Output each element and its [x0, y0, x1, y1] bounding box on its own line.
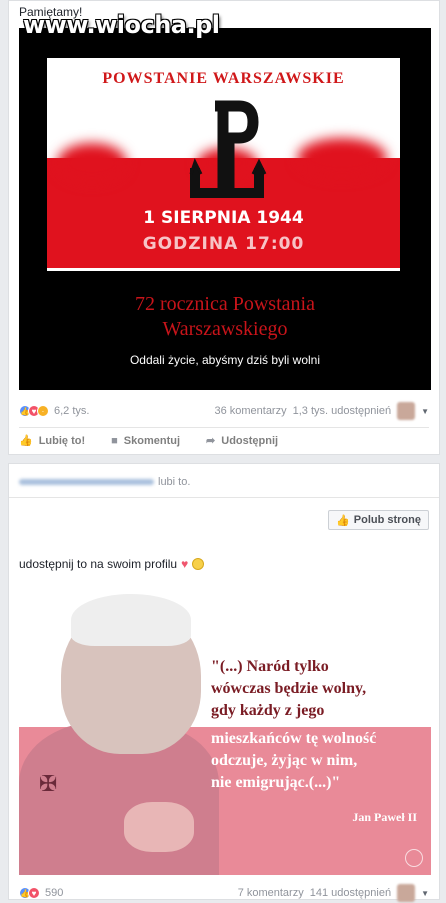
- share-button[interactable]: ➦ Udostępnij: [206, 434, 279, 448]
- love-icon: ♥: [28, 887, 40, 899]
- reactions-count: 6,2 tys.: [54, 405, 90, 417]
- shares-count[interactable]: 1,3 tys. udostępnień: [293, 405, 391, 417]
- post-actions: 👍 Lubię to! ■ Skomentuj ➦ Udostępnij: [19, 427, 429, 453]
- thumb-icon: 👍: [336, 514, 350, 527]
- quote-line: nie emigrując.(...)": [211, 774, 341, 791]
- memorial-subtitle: Oddali życie, abyśmy dziś byli wolni: [129, 353, 321, 367]
- poster: POWSTANIE WARSZAWSKIE 1 SIERPNIA 1944 GO…: [47, 58, 400, 271]
- quote-line: wówczas będzie wolny,: [211, 680, 367, 697]
- chevron-down-icon[interactable]: ▼: [421, 889, 429, 898]
- quote-author: Jan Paweł II: [352, 810, 417, 824]
- like-button[interactable]: 👍 Lubię to!: [19, 434, 86, 448]
- thumb-icon: 👍: [19, 435, 33, 447]
- post-image[interactable]: POWSTANIE WARSZAWSKIE 1 SIERPNIA 1944 GO…: [19, 28, 431, 390]
- post-card-1: Pamiętamy! POWSTANIE WARSZAWSKIE 1 SIERP…: [8, 0, 440, 455]
- watermark: www.wiocha.pl: [23, 11, 220, 39]
- comments-count[interactable]: 36 komentarzy: [214, 405, 286, 417]
- divider: [9, 497, 439, 498]
- heart-icon: ♥: [181, 557, 189, 571]
- friend-name-blurred[interactable]: [19, 479, 154, 485]
- comments-count[interactable]: 7 komentarzy: [238, 887, 304, 899]
- comment-button[interactable]: ■ Skomentuj: [111, 435, 180, 447]
- page-like-label: Polub stronę: [353, 514, 421, 526]
- poster-date: 1 SIERPNIA 1944: [143, 208, 304, 228]
- cross-icon: ✠: [39, 772, 58, 797]
- liked-by-text: lubi to.: [158, 476, 191, 488]
- comment-label: Skomentuj: [123, 434, 181, 447]
- poster-title: POWSTANIE WARSZAWSKIE: [102, 70, 345, 87]
- post-card-2: lubi to. 👍 Polub stronę udostępnij to na…: [8, 463, 440, 903]
- quote-line: "(...) Naród tylko: [211, 658, 329, 675]
- kotwica-icon: [189, 100, 267, 198]
- share-icon: ➦: [206, 435, 216, 447]
- anniversary-line-2: Warszawskiego: [162, 318, 288, 340]
- share-label: Udostępnij: [221, 434, 279, 447]
- post-image[interactable]: ✠ "(...) Naród tylko wówczas będzie woln…: [19, 582, 431, 875]
- poster-hour: GODZINA 17:00: [142, 234, 305, 254]
- avatar[interactable]: [397, 884, 416, 902]
- post-caption: udostępnij to na swoim profilu ♥: [19, 557, 205, 571]
- smiley-icon: [192, 558, 205, 570]
- comment-icon: ■: [111, 434, 118, 447]
- emblem-icon: [405, 849, 423, 867]
- avatar[interactable]: [397, 402, 416, 420]
- reactions[interactable]: 👍 ♥ 590: [19, 887, 63, 899]
- caption-text: udostępnij to na swoim profilu: [19, 557, 178, 571]
- chevron-down-icon[interactable]: ▼: [421, 407, 429, 416]
- quote-line: odczuje, żyjąc w nim,: [211, 752, 358, 769]
- page-like-button[interactable]: 👍 Polub stronę: [328, 510, 429, 530]
- liked-by-row: lubi to.: [19, 474, 190, 490]
- reactions[interactable]: 👍 ♥ · 6,2 tys.: [19, 405, 89, 417]
- like-label: Lubię to!: [38, 434, 86, 447]
- portrait-hands: [124, 802, 194, 852]
- portrait-hair: [71, 594, 191, 646]
- quote-line: mieszkańców tę wolność: [211, 730, 377, 747]
- anniversary-line-1: 72 rocznica Powstania: [135, 293, 315, 315]
- sad-icon: ·: [37, 405, 49, 417]
- post-stats: 👍 ♥ 590 7 komentarzy 141 udostępnień ▼: [19, 883, 429, 903]
- reactions-count: 590: [45, 887, 64, 899]
- shares-count[interactable]: 141 udostępnień: [310, 887, 391, 899]
- post-stats: 👍 ♥ · 6,2 tys. 36 komentarzy 1,3 tys. ud…: [19, 401, 429, 421]
- quote-line: gdy każdy z jego: [211, 702, 325, 719]
